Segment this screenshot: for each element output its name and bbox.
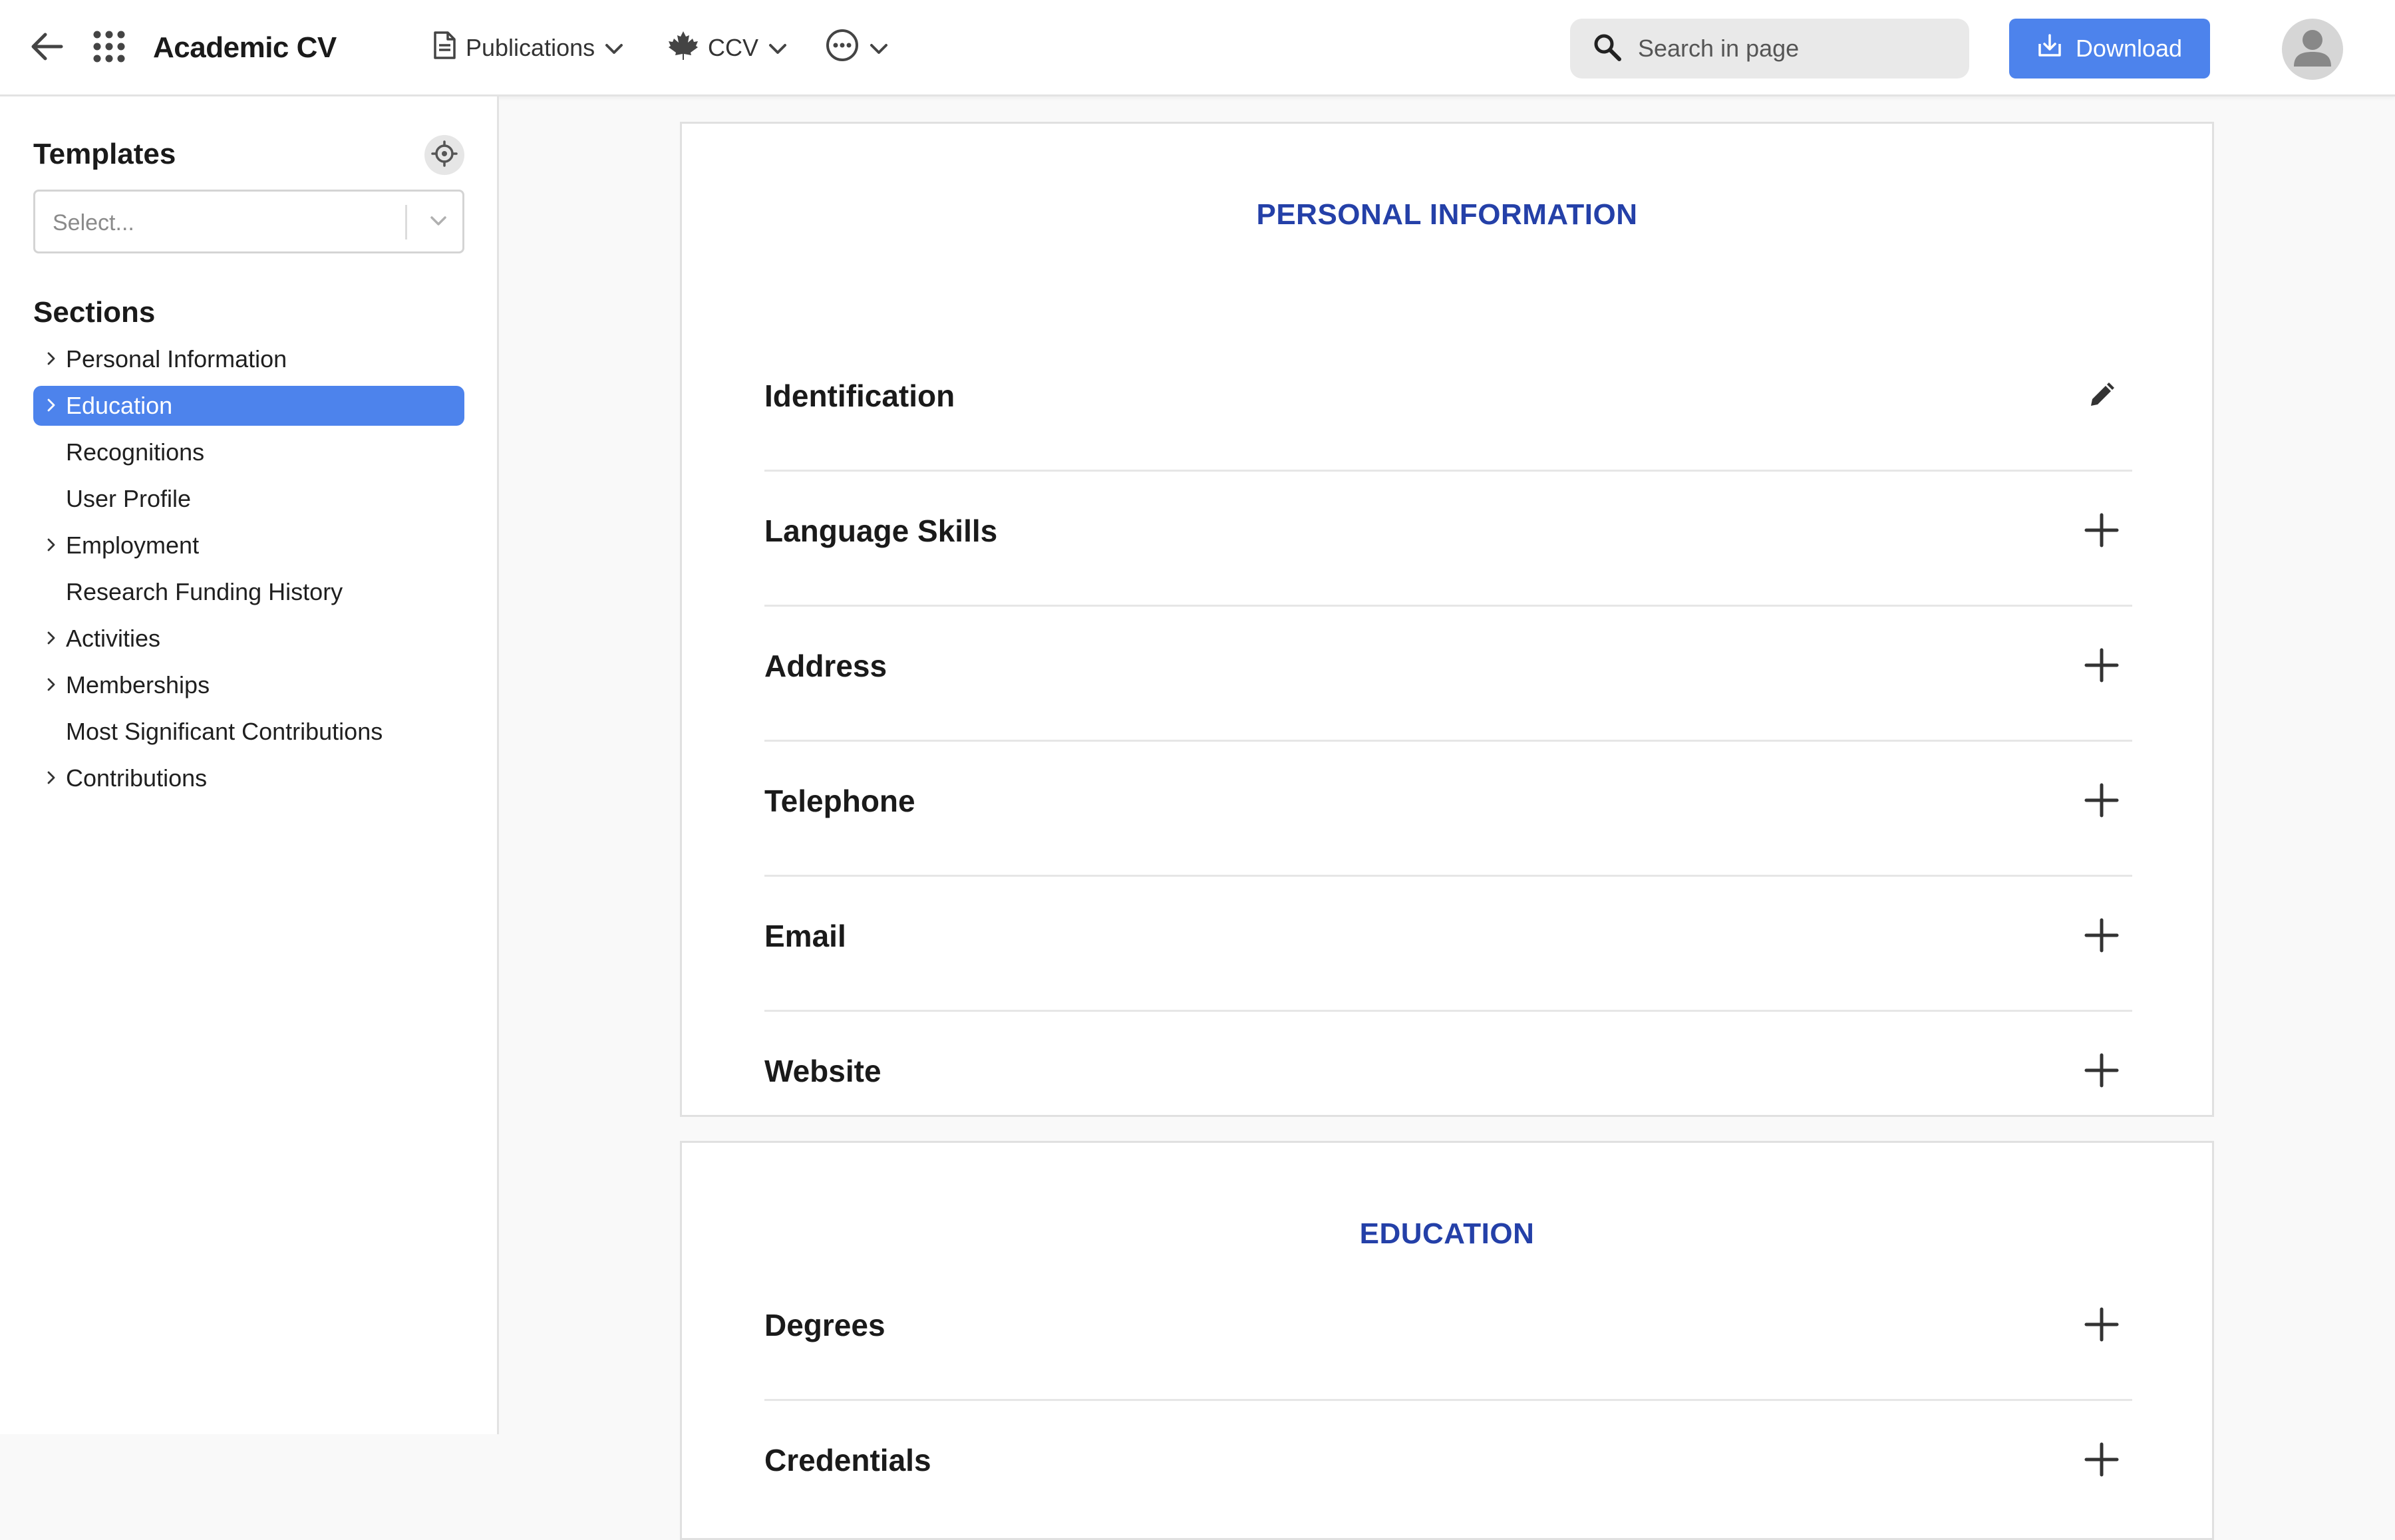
section-row-language-skills: Language Skills [764, 472, 2132, 607]
row-label[interactable]: Email [764, 918, 846, 954]
add-button[interactable] [2078, 1301, 2126, 1348]
sidebar-item-research-funding-history[interactable]: Research Funding History [33, 572, 464, 612]
chevron-right-icon [47, 771, 55, 784]
add-button[interactable] [2078, 911, 2126, 959]
sidebar: Templates Select... Sections Personal In… [0, 96, 499, 1434]
personal-information-card: PERSONAL INFORMATION Identification Lang… [680, 122, 2214, 1117]
chevron-down-icon [604, 34, 624, 62]
plus-icon [2084, 918, 2119, 953]
download-button-label: Download [2075, 35, 2183, 62]
section-row-credentials: Credentials [764, 1401, 2132, 1536]
templates-select-placeholder: Select... [53, 210, 134, 235]
sidebar-item-recognitions[interactable]: Recognitions [33, 432, 464, 472]
section-title: PERSONAL INFORMATION [1256, 198, 1638, 231]
ccv-menu-label: CCV [708, 34, 759, 61]
maple-leaf-icon [668, 30, 699, 67]
chevron-right-icon [47, 678, 55, 691]
arrow-left-icon [29, 32, 64, 65]
chevron-down-icon [424, 206, 453, 239]
plus-icon [2084, 1307, 2119, 1342]
sidebar-item-label: Research Funding History [66, 578, 343, 605]
plus-icon [2084, 1442, 2119, 1477]
sidebar-item-label: Employment [66, 532, 200, 559]
download-icon [2037, 33, 2062, 65]
section-row-email: Email [764, 877, 2132, 1012]
locate-button[interactable] [424, 135, 464, 175]
sidebar-item-label: Contributions [66, 764, 208, 792]
sidebar-item-label: Education [66, 392, 173, 419]
row-label[interactable]: Language Skills [764, 513, 997, 549]
templates-heading: Templates [33, 138, 176, 170]
sidebar-item-label: Personal Information [66, 345, 287, 373]
row-label[interactable]: Credentials [764, 1442, 931, 1478]
sidebar-item-most-significant-contributions[interactable]: Most Significant Contributions [33, 712, 464, 752]
select-divider [405, 205, 407, 239]
add-button[interactable] [2078, 1046, 2126, 1094]
download-button[interactable]: Download [2009, 19, 2210, 78]
add-button[interactable] [2078, 506, 2126, 554]
search-box[interactable] [1570, 19, 1969, 78]
sidebar-item-label: Memberships [66, 671, 210, 698]
pencil-icon [2091, 383, 2114, 406]
search-icon [1593, 33, 1622, 65]
more-options-menu[interactable] [825, 27, 889, 69]
back-button[interactable] [25, 27, 68, 69]
section-title: EDUCATION [1359, 1217, 1535, 1250]
top-bar: Academic CV Publications CCV Search in p… [0, 0, 2395, 96]
section-row-address: Address [764, 607, 2132, 742]
plus-icon [2084, 783, 2119, 818]
sidebar-item-education[interactable]: Education [33, 386, 464, 426]
sections-heading: Sections [33, 296, 156, 329]
sidebar-item-label: Activities [66, 625, 161, 652]
add-button[interactable] [2078, 1436, 2126, 1483]
chevron-right-icon [47, 538, 55, 551]
publications-menu[interactable]: Publications [432, 27, 624, 69]
education-card: EDUCATION Degrees Credentials [680, 1141, 2214, 1540]
row-label[interactable]: Degrees [764, 1307, 885, 1343]
row-label[interactable]: Telephone [764, 783, 915, 819]
sidebar-item-employment[interactable]: Employment [33, 526, 464, 565]
section-row-website: Website [764, 1012, 2132, 1147]
sidebar-item-memberships[interactable]: Memberships [33, 665, 464, 705]
crosshair-target-icon [431, 140, 458, 170]
edit-button[interactable] [2078, 371, 2126, 419]
row-label[interactable]: Address [764, 648, 887, 684]
sidebar-item-label: Recognitions [66, 438, 205, 466]
chevron-right-icon [47, 631, 55, 645]
search-input[interactable] [1638, 35, 1944, 63]
document-icon [432, 31, 456, 66]
sidebar-item-personal-information[interactable]: Personal Information [33, 339, 464, 379]
plus-icon [2084, 513, 2119, 547]
user-avatar[interactable] [2282, 19, 2343, 80]
plus-icon [2084, 648, 2119, 683]
publications-menu-label: Publications [466, 34, 595, 61]
chevron-right-icon [47, 398, 55, 412]
add-button[interactable] [2078, 776, 2126, 824]
app-title: Academic CV [153, 31, 337, 64]
add-button[interactable] [2078, 641, 2126, 689]
chevron-right-icon [47, 352, 55, 365]
ccv-menu[interactable]: CCV [668, 27, 788, 69]
templates-select[interactable]: Select... [33, 190, 464, 253]
apps-grid-button[interactable] [88, 27, 130, 69]
section-row-telephone: Telephone [764, 742, 2132, 877]
sections-nav: Personal Information Education Recogniti… [33, 339, 464, 805]
sidebar-item-contributions[interactable]: Contributions [33, 758, 464, 798]
section-row-identification: Identification [764, 337, 2132, 472]
row-label[interactable]: Website [764, 1053, 881, 1089]
chevron-down-icon [869, 34, 889, 62]
plus-icon [2084, 1053, 2119, 1088]
section-row-degrees: Degrees [764, 1266, 2132, 1401]
more-horizontal-circle-icon [825, 28, 860, 69]
row-label[interactable]: Identification [764, 378, 955, 414]
sidebar-item-user-profile[interactable]: User Profile [33, 479, 464, 519]
grid-dots-icon [92, 30, 126, 67]
sidebar-item-label: Most Significant Contributions [66, 718, 383, 745]
chevron-down-icon [768, 34, 788, 62]
sidebar-item-label: User Profile [66, 485, 192, 512]
user-icon [2282, 19, 2343, 80]
sidebar-item-activities[interactable]: Activities [33, 619, 464, 659]
